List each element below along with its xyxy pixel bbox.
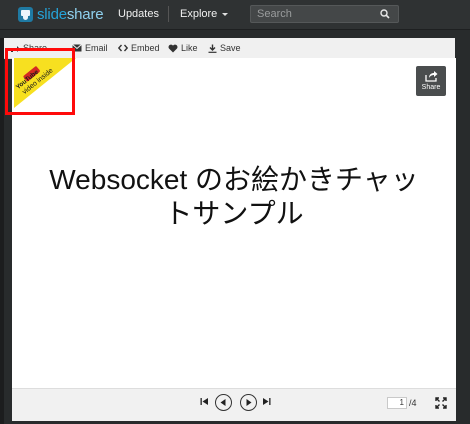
- slide-title-line-1: Websocket のお絵かきチャッ: [49, 164, 419, 195]
- highlight-box: [5, 48, 75, 115]
- nav-divider: [168, 6, 169, 22]
- first-page-icon[interactable]: [200, 397, 209, 406]
- logo-text: slideshare: [37, 5, 104, 23]
- fullscreen-icon[interactable]: [435, 397, 447, 409]
- email-action[interactable]: Email: [72, 43, 108, 53]
- page-number-input[interactable]: 1: [387, 397, 407, 409]
- save-icon: [208, 44, 217, 53]
- slide-title-line-2: トサンプル: [164, 198, 304, 229]
- search-box[interactable]: [250, 5, 399, 23]
- floating-share-button[interactable]: Share: [416, 66, 446, 96]
- nav-explore-label: Explore: [180, 8, 218, 20]
- search-icon[interactable]: [380, 9, 390, 19]
- floating-share-label: Share: [421, 84, 441, 91]
- next-icon: [246, 399, 252, 406]
- top-navigation-bar: slideshare Updates Explore: [0, 0, 470, 30]
- caret-down-icon: [222, 12, 229, 16]
- previous-slide-button[interactable]: [215, 394, 232, 411]
- embed-action-label: Embed: [131, 43, 160, 53]
- email-action-label: Email: [85, 43, 108, 53]
- left-edge: [0, 38, 4, 424]
- like-action[interactable]: Like: [168, 43, 198, 53]
- last-page-icon[interactable]: [262, 397, 271, 406]
- previous-icon: [220, 399, 226, 406]
- slideshare-logo[interactable]: slideshare: [18, 5, 104, 23]
- logo-text-share: share: [66, 5, 104, 23]
- slide-title: Websocket のお絵かきチャッ トサンプル: [12, 163, 456, 231]
- embed-action[interactable]: Embed: [118, 43, 160, 53]
- right-edge: [456, 38, 470, 424]
- like-icon: [168, 44, 178, 52]
- nav-explore[interactable]: Explore: [180, 8, 229, 20]
- save-action-label: Save: [220, 43, 241, 53]
- embed-icon: [118, 44, 128, 52]
- search-input[interactable]: [257, 7, 375, 21]
- page-total: /4: [409, 398, 417, 408]
- share-icon: [425, 71, 438, 82]
- save-action[interactable]: Save: [208, 43, 241, 53]
- like-action-label: Like: [181, 43, 198, 53]
- nav-updates[interactable]: Updates: [118, 8, 159, 20]
- next-slide-button[interactable]: [240, 394, 257, 411]
- logo-text-slide: slide: [37, 5, 67, 23]
- slideshare-logo-icon: [18, 6, 33, 22]
